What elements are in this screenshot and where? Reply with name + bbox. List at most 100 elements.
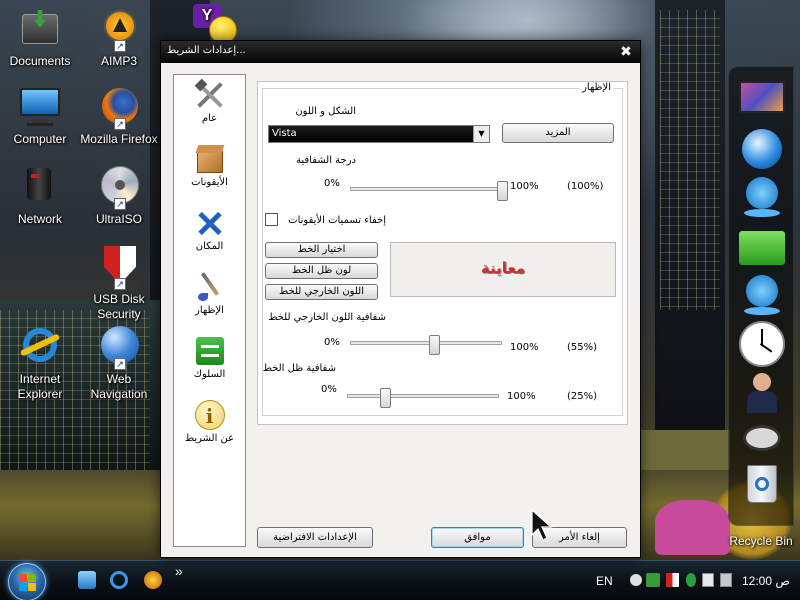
clock-icon[interactable] (739, 321, 785, 367)
nav-item-behavior[interactable]: السلوك (174, 335, 245, 380)
nav-item-appearance[interactable]: الإظهار (174, 271, 245, 316)
outline-transparency-label: شفافية اللون الخارجي للخط (268, 312, 386, 323)
slider-track (347, 394, 499, 398)
desktop-icon-label: Computer (13, 132, 67, 146)
shadow-transparency-min: 0% (321, 384, 337, 395)
hologram-globe-icon[interactable] (739, 175, 785, 221)
display-icon[interactable] (739, 77, 785, 123)
hide-names-checkbox[interactable] (265, 213, 278, 226)
tray-icon-2[interactable] (646, 573, 660, 587)
desktop-icon-label: Documents (9, 54, 71, 68)
recycle-bin-icon[interactable] (739, 461, 785, 507)
chevron-down-icon[interactable]: ▼ (473, 126, 489, 142)
close-button[interactable]: ✖ (618, 44, 634, 60)
slider-thumb[interactable] (380, 388, 391, 408)
outline-transparency-slider[interactable] (350, 335, 502, 355)
info-icon: i (194, 399, 226, 431)
nav-label: الأيقونات (191, 177, 228, 188)
restore-defaults-button[interactable]: الإعدادات الافتراضية (257, 527, 373, 548)
show-more-chevron[interactable]: » (175, 563, 183, 579)
swap-arrows-icon (194, 335, 226, 367)
desktop-icon-aimp3[interactable]: ↗ AIMP3 (79, 6, 159, 69)
shortcut-arrow-icon: ↗ (114, 278, 126, 290)
group-title: الإظهار (579, 82, 614, 93)
tray-icon-1[interactable] (630, 574, 642, 586)
folder-icon (17, 6, 63, 52)
transparency-label: درجة الشفافية (295, 155, 356, 166)
nav-item-position[interactable]: المكان (174, 207, 245, 252)
start-button[interactable] (8, 563, 46, 600)
desktop-icon-internet-explorer[interactable]: Internet Explorer (0, 324, 80, 402)
language-indicator[interactable]: EN (596, 574, 613, 588)
tray-icon-3[interactable] (686, 573, 696, 587)
desktop-icon-ultraiso[interactable]: ↗ UltraISO (79, 164, 159, 227)
shadow-transparency-value: (25%) (567, 391, 598, 402)
mouse-cursor-icon (531, 509, 553, 541)
settings-sidebar: عام الأيقونات المكان الإظهار السلوك i عن… (173, 74, 246, 547)
shortcut-arrow-icon: ↗ (114, 358, 126, 370)
nav-item-icons[interactable]: الأيقونات (174, 143, 245, 188)
slider-track (350, 341, 502, 345)
desktop-icon-network[interactable]: Network (0, 164, 80, 227)
desktop-icon-label: Web Navigation (90, 372, 148, 401)
slider-thumb[interactable] (497, 181, 508, 201)
transparency-min: 0% (324, 178, 340, 189)
style-select[interactable]: Vista ▼ (268, 125, 490, 143)
slider-thumb[interactable] (428, 335, 440, 355)
desktop-icon-documents[interactable]: Documents (0, 6, 80, 69)
outline-transparency-max: 100% (510, 342, 539, 353)
hide-names-label: إخفاء تسميات الأيقونات (288, 215, 386, 226)
network-globe-icon[interactable] (739, 127, 785, 173)
desktop-icon-usb-disk-security[interactable]: ↗ USB Disk Security (79, 244, 159, 322)
nav-item-about[interactable]: i عن الشريط (174, 399, 245, 444)
move-arrows-icon (194, 207, 226, 239)
ie-icon[interactable] (110, 571, 128, 589)
shortcut-arrow-icon: ↗ (114, 198, 126, 210)
aimp-icon: ↗ (96, 6, 142, 52)
desktop-icon-label: UltraISO (95, 212, 142, 226)
firefox-icon: ↗ (96, 84, 142, 130)
choose-font-button[interactable]: اختيار الخط (265, 242, 378, 258)
user-icon[interactable] (739, 371, 785, 417)
bar-settings-dialog: إعدادات الشريط... ✖ عام الأيقونات المكان… (160, 40, 641, 558)
shield-icon: ↗ (96, 244, 142, 290)
desktop-icon-label: Mozilla Firefox (80, 132, 158, 146)
outline-color-button[interactable]: اللون الخارجي للخط (265, 284, 378, 300)
style-select-value: Vista (272, 128, 297, 139)
shadow-color-button[interactable]: لون ظل الخط (265, 263, 378, 279)
desktop-icon-label: USB Disk Security (93, 292, 145, 321)
hologram-globe-icon[interactable] (739, 273, 785, 319)
ok-button[interactable]: موافق (431, 527, 524, 548)
shortcut-arrow-icon: ↗ (114, 40, 126, 52)
outline-transparency-min: 0% (324, 337, 340, 348)
more-button[interactable]: المزيد (502, 123, 614, 143)
explorer-icon[interactable] (78, 571, 96, 589)
settings-icon[interactable] (739, 417, 785, 463)
tray-icon-5[interactable] (720, 573, 732, 587)
tray-icon-4[interactable] (702, 573, 714, 587)
rocket-dock (728, 66, 794, 526)
transparency-value: (100%) (567, 181, 604, 192)
ie-icon (17, 324, 63, 370)
nav-item-general[interactable]: عام (174, 78, 245, 124)
shield-icon[interactable] (666, 573, 679, 587)
tools-icon (194, 78, 226, 111)
network-icon (17, 164, 63, 210)
monitor-icon (17, 84, 63, 130)
desktop-icon-computer[interactable]: Computer (0, 84, 80, 147)
slider-track (350, 187, 502, 191)
green-folder-icon[interactable] (739, 225, 785, 271)
media-icon[interactable] (144, 571, 162, 589)
preview-text: معاينة (480, 259, 526, 277)
desktop-icon-label: AIMP3 (100, 54, 137, 68)
nav-label: السلوك (193, 369, 226, 380)
desktop-icon-web-navigation[interactable]: ↗ Web Navigation (79, 324, 159, 402)
clock[interactable]: 12:00 ص (742, 574, 790, 588)
transparency-slider[interactable] (350, 181, 508, 201)
dialog-titlebar[interactable]: إعدادات الشريط... ✖ (161, 41, 640, 63)
nav-label: المكان (195, 241, 224, 252)
desktop-icon-firefox[interactable]: ↗ Mozilla Firefox (79, 84, 159, 147)
paintbrush-icon (194, 271, 226, 303)
outline-transparency-value: (55%) (567, 342, 598, 353)
shadow-transparency-slider[interactable] (347, 388, 499, 408)
